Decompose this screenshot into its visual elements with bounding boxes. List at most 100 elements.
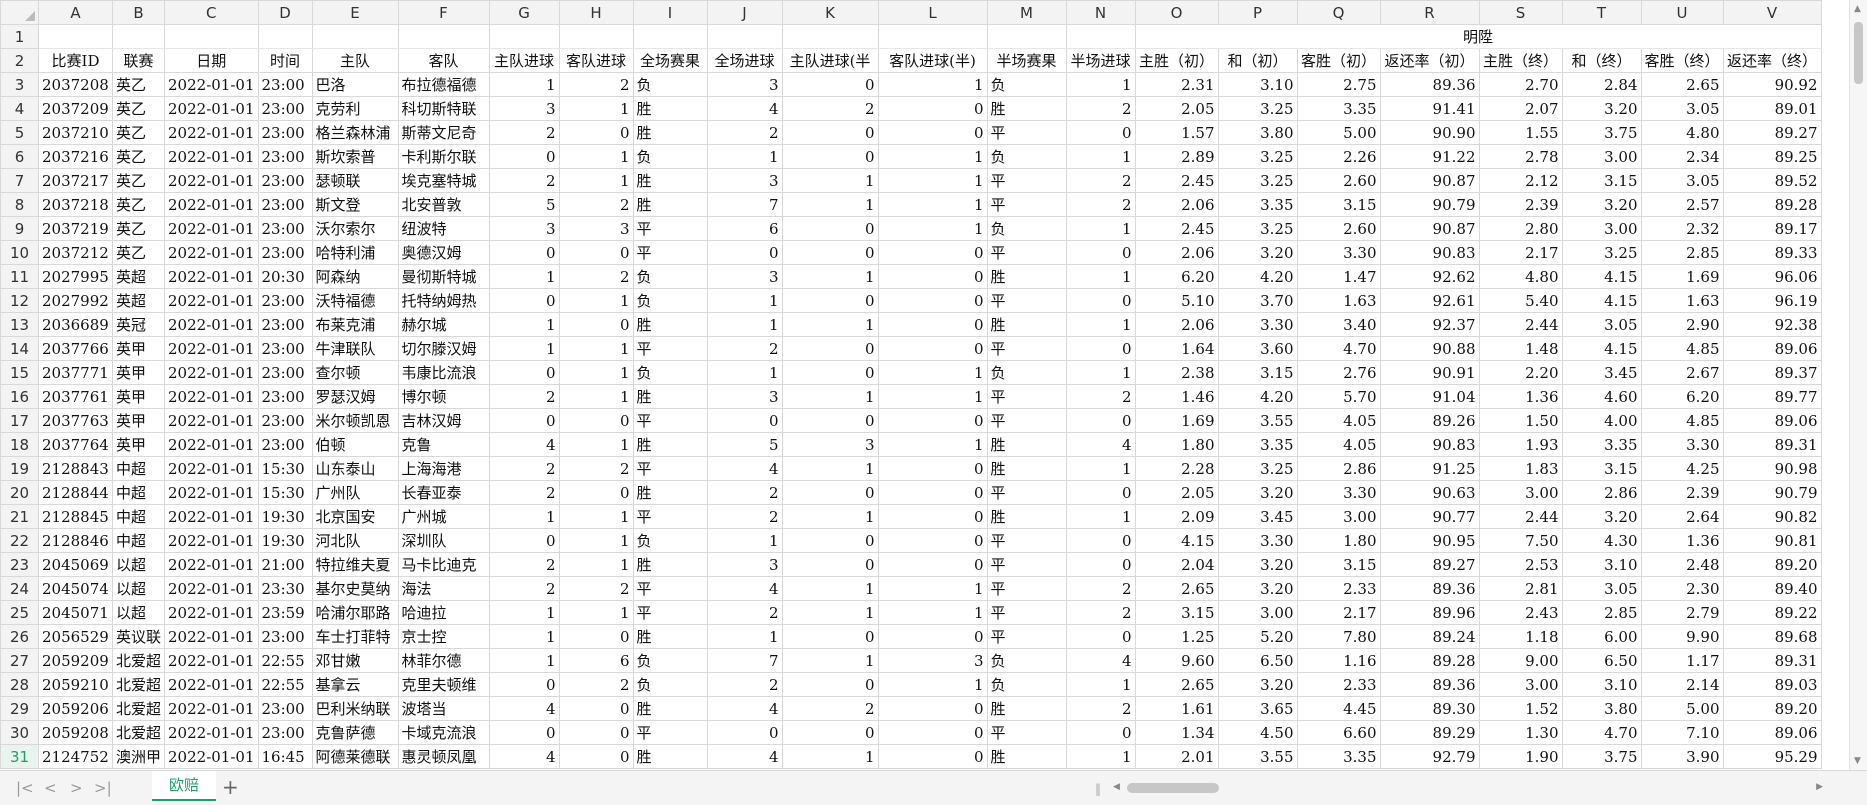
cell[interactable]: 胜: [986, 432, 1067, 457]
cell[interactable]: 4: [1065, 432, 1136, 457]
column-header-j[interactable]: J: [706, 0, 783, 25]
cell[interactable]: 1.30: [1478, 720, 1563, 745]
cell[interactable]: 3: [706, 552, 783, 577]
cell[interactable]: 92.37: [1379, 312, 1480, 337]
cell[interactable]: 89.29: [1379, 720, 1480, 745]
cell[interactable]: 中超: [111, 480, 166, 505]
cell[interactable]: 2: [558, 264, 634, 289]
cell[interactable]: 2124752: [38, 744, 113, 769]
cell[interactable]: 以超: [111, 552, 166, 577]
cell[interactable]: 0: [877, 528, 988, 553]
cell[interactable]: 2.33: [1296, 576, 1381, 601]
cell[interactable]: 0: [781, 72, 879, 97]
cell[interactable]: 托特纳姆热: [397, 288, 490, 313]
cell[interactable]: 4: [488, 432, 560, 457]
cell[interactable]: 1: [877, 384, 988, 409]
cell[interactable]: 6.50: [1561, 648, 1642, 673]
cell[interactable]: 英议联: [111, 624, 166, 649]
cell[interactable]: 巴洛: [311, 72, 399, 97]
cell[interactable]: 2037763: [38, 408, 113, 433]
cell[interactable]: 90.87: [1379, 168, 1480, 193]
cell[interactable]: 23:00: [257, 288, 313, 313]
cell[interactable]: 1: [1065, 456, 1136, 481]
header-cell[interactable]: 半场赛果: [986, 48, 1067, 73]
cell[interactable]: 胜: [632, 312, 708, 337]
row-header[interactable]: 29: [0, 696, 39, 721]
column-header-q[interactable]: Q: [1296, 0, 1381, 25]
cell[interactable]: 3.20: [1561, 504, 1642, 529]
cell[interactable]: 2.48: [1640, 552, 1724, 577]
cell[interactable]: 中超: [111, 528, 166, 553]
cell[interactable]: 马卡比迪克: [397, 552, 490, 577]
cell[interactable]: 1: [1065, 504, 1136, 529]
cell[interactable]: 负: [632, 144, 708, 169]
cell[interactable]: 河北队: [311, 528, 399, 553]
header-cell[interactable]: 主胜（初）: [1134, 48, 1219, 73]
cell[interactable]: 克鲁: [397, 432, 490, 457]
cell[interactable]: [488, 24, 560, 49]
cell[interactable]: 0: [488, 672, 560, 697]
cell[interactable]: 89.40: [1722, 576, 1822, 601]
cell[interactable]: 2022-01-01: [164, 480, 259, 505]
cell[interactable]: 89.27: [1722, 120, 1822, 145]
cell[interactable]: [257, 24, 313, 49]
cell[interactable]: 胜: [632, 552, 708, 577]
scroll-right-arrow-icon[interactable]: ▶: [1816, 782, 1823, 792]
cell[interactable]: 2022-01-01: [164, 600, 259, 625]
cell[interactable]: 0: [781, 624, 879, 649]
cell[interactable]: 车士打菲特: [311, 624, 399, 649]
cell[interactable]: 4: [706, 696, 783, 721]
cell[interactable]: 山东泰山: [311, 456, 399, 481]
cell[interactable]: 3.30: [1296, 480, 1381, 505]
cell[interactable]: 4.30: [1561, 528, 1642, 553]
cell[interactable]: 23:00: [257, 168, 313, 193]
select-all-corner[interactable]: [0, 0, 39, 25]
cell[interactable]: 负: [632, 72, 708, 97]
cell[interactable]: 5: [706, 432, 783, 457]
cell[interactable]: 0: [558, 624, 634, 649]
cell[interactable]: 2027995: [38, 264, 113, 289]
cell[interactable]: 3.25: [1217, 456, 1298, 481]
cell[interactable]: 北爱超: [111, 672, 166, 697]
cell[interactable]: 7: [706, 648, 783, 673]
cell[interactable]: 1: [488, 312, 560, 337]
cell[interactable]: 胜: [986, 312, 1067, 337]
cell[interactable]: 90.63: [1379, 480, 1480, 505]
cell[interactable]: 1.34: [1134, 720, 1219, 745]
cell[interactable]: 2.06: [1134, 240, 1219, 265]
cell[interactable]: 1: [1065, 72, 1136, 97]
column-header-k[interactable]: K: [781, 0, 879, 25]
cell[interactable]: 平: [986, 336, 1067, 361]
cell[interactable]: 89.06: [1722, 336, 1822, 361]
cell[interactable]: 90.95: [1379, 528, 1480, 553]
cell[interactable]: 0: [781, 720, 879, 745]
header-cell[interactable]: 和（终）: [1561, 48, 1642, 73]
cell[interactable]: 1: [781, 504, 879, 529]
cell[interactable]: 1: [558, 288, 634, 313]
cell[interactable]: 3.15: [1561, 456, 1642, 481]
cell[interactable]: 2.06: [1134, 192, 1219, 217]
cell[interactable]: 曼彻斯特城: [397, 264, 490, 289]
cell[interactable]: 89.01: [1722, 96, 1822, 121]
column-header-f[interactable]: F: [397, 0, 490, 25]
cell[interactable]: 4.00: [1561, 408, 1642, 433]
cell[interactable]: 3.10: [1561, 552, 1642, 577]
cell[interactable]: 2022-01-01: [164, 144, 259, 169]
cell[interactable]: 2.17: [1478, 240, 1563, 265]
cell[interactable]: 89.26: [1379, 408, 1480, 433]
header-cell[interactable]: 返还率（初）: [1379, 48, 1480, 73]
header-cell[interactable]: 日期: [164, 48, 259, 73]
cell[interactable]: 5.00: [1296, 120, 1381, 145]
cell[interactable]: 1: [781, 168, 879, 193]
row-header[interactable]: 28: [0, 672, 39, 697]
cell[interactable]: 5.40: [1478, 288, 1563, 313]
cell[interactable]: 2022-01-01: [164, 408, 259, 433]
cell[interactable]: 2059210: [38, 672, 113, 697]
cell[interactable]: 2022-01-01: [164, 72, 259, 97]
cell[interactable]: 0: [781, 120, 879, 145]
cell[interactable]: 2022-01-01: [164, 264, 259, 289]
cell[interactable]: 3.15: [1561, 168, 1642, 193]
cell[interactable]: 90.98: [1722, 456, 1822, 481]
cell[interactable]: 90.88: [1379, 336, 1480, 361]
cell[interactable]: 负: [986, 648, 1067, 673]
